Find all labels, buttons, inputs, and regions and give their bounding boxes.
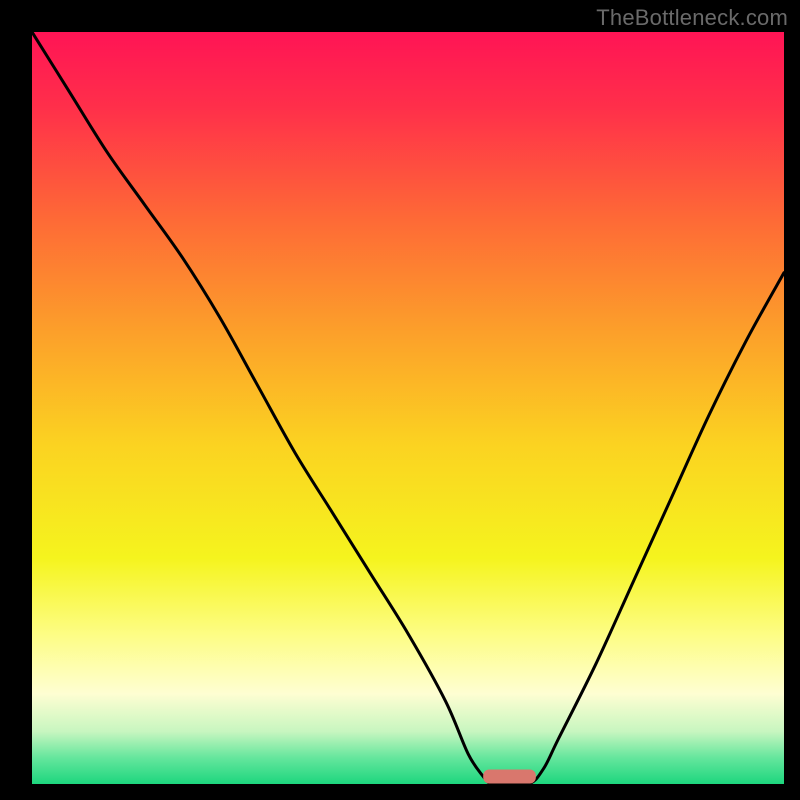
bottleneck-chart xyxy=(32,32,784,784)
gradient-background xyxy=(32,32,784,784)
chart-frame: TheBottleneck.com xyxy=(0,0,800,800)
plot-area xyxy=(32,32,784,784)
optimal-range-marker xyxy=(483,769,536,783)
watermark-label: TheBottleneck.com xyxy=(596,5,788,31)
